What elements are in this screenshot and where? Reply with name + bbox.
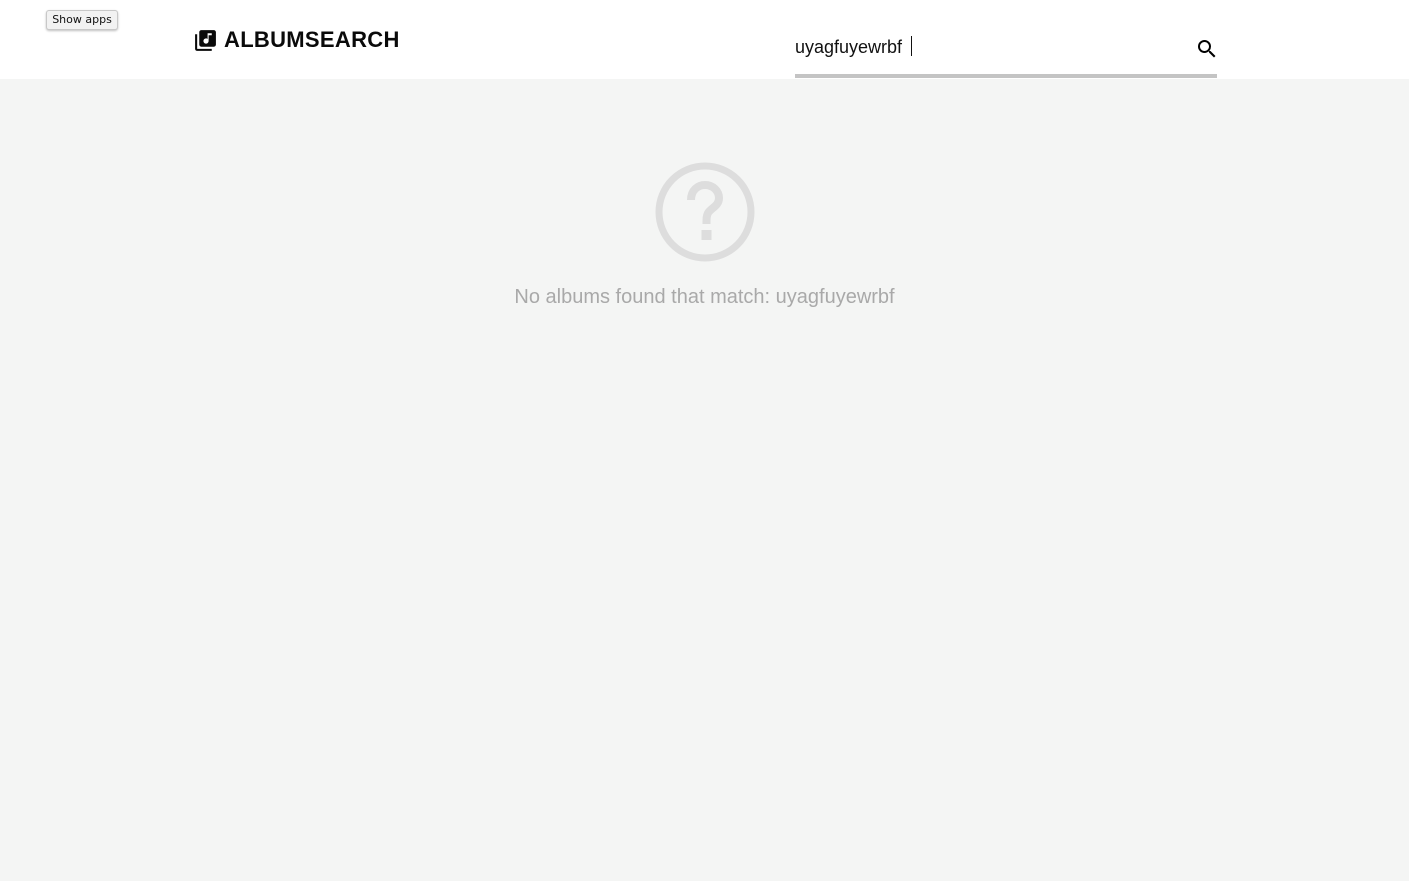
- search-icon: [1198, 40, 1216, 58]
- search-button[interactable]: [1195, 37, 1219, 61]
- empty-state: No albums found that match: uyagfuyewrbf: [0, 160, 1409, 309]
- text-caret: [911, 36, 912, 56]
- no-results-message: No albums found that match: uyagfuyewrbf: [514, 286, 895, 308]
- app-title: ALBUMSEARCH: [224, 27, 400, 52]
- question-circle-icon: [655, 162, 754, 262]
- show-apps-button[interactable]: Show apps: [46, 10, 118, 30]
- app-logo[interactable]: ALBUMSEARCH: [193, 27, 400, 53]
- search-input[interactable]: [795, 32, 1175, 62]
- app-header: ALBUMSEARCH: [0, 0, 1409, 79]
- search-bar: [795, 28, 1217, 79]
- album-library-icon: [193, 28, 218, 53]
- search-underline: [795, 74, 1217, 78]
